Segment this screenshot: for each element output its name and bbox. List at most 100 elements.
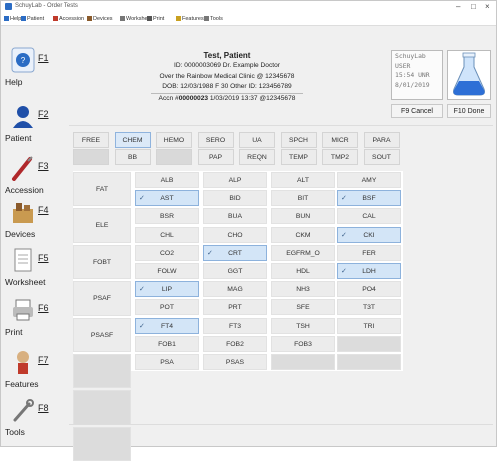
tab-chem[interactable]: CHEM — [114, 132, 151, 148]
tab-micr[interactable]: MICR — [322, 132, 358, 148]
test-group-ele[interactable]: ELE — [73, 208, 131, 243]
status-display: SchuyLab USER 15:54 UNR 8/01/2019 — [391, 50, 443, 100]
tab-ua[interactable]: UA — [239, 132, 275, 148]
test-ft4[interactable]: ✓ FT4 — [135, 317, 199, 334]
test-t3t[interactable]: T3T — [337, 299, 401, 316]
patient-id-line: ID: 0000003069 Dr. Example Doctor — [174, 62, 280, 69]
test-group-psasf[interactable]: PSASF — [73, 317, 131, 352]
test-tri[interactable]: TRI — [337, 317, 401, 334]
tab-pap[interactable]: PAP — [197, 149, 234, 165]
tab-tmp2[interactable]: TMP2 — [322, 149, 358, 165]
test-cho[interactable]: CHO — [203, 226, 267, 243]
tab-para[interactable]: PARA — [363, 132, 400, 148]
tab-bb[interactable]: BB — [114, 149, 151, 165]
tab-hemo[interactable]: HEMO — [156, 132, 192, 148]
test-po4[interactable]: PO4 — [337, 281, 401, 298]
test-ast[interactable]: ✓ AST — [135, 190, 199, 207]
tab-placeholder — [156, 149, 192, 165]
test-bid[interactable]: BID — [203, 190, 267, 207]
test-cki[interactable]: ✓ CKI — [337, 226, 401, 243]
grid-cell-empty — [337, 354, 401, 370]
menu-item-help[interactable]: Help — [4, 16, 21, 22]
menu-item-patient[interactable]: Patient — [21, 16, 44, 22]
test-prt[interactable]: PRT — [203, 299, 267, 316]
test-sfe[interactable]: SFE — [271, 299, 335, 316]
menu-item-label: Features — [182, 16, 204, 22]
sidebar-item-worksheet[interactable]: F5 Worksheet — [3, 241, 63, 297]
test-nh3[interactable]: NH3 — [271, 281, 335, 298]
test-mag[interactable]: MAG — [203, 281, 267, 298]
test-group-psaf[interactable]: PSAF — [73, 281, 131, 316]
test-label: PSA — [160, 359, 174, 366]
grid-cell-empty — [73, 390, 131, 425]
test-fob2[interactable]: FOB2 — [203, 335, 267, 352]
sidebar-item-help[interactable]: ? F1 Help — [3, 41, 63, 97]
minimize-icon[interactable]: – — [456, 2, 460, 11]
test-cal[interactable]: CAL — [337, 208, 401, 225]
test-amy[interactable]: AMY — [337, 172, 401, 188]
tab-sero[interactable]: SERO — [197, 132, 234, 148]
sidebar-item-patient[interactable]: F2 Patient — [3, 97, 63, 153]
test-egfrm_o[interactable]: EGFRM_O — [271, 244, 335, 261]
test-group-fat[interactable]: FAT — [73, 172, 131, 207]
maximize-icon[interactable]: □ — [471, 2, 476, 11]
menu-item-tools[interactable]: Tools — [204, 16, 223, 22]
sidebar-item-tools[interactable]: F8 Tools — [3, 391, 63, 447]
features-icon — [11, 349, 35, 375]
test-alp[interactable]: ALP — [203, 172, 267, 188]
test-label: CHO — [227, 231, 243, 239]
accession-detail: 1/03/2019 13:37 @12345678 — [208, 94, 296, 102]
tab-free[interactable]: FREE — [73, 132, 109, 148]
cancel-button[interactable]: F9 Cancel — [391, 104, 443, 118]
test-ft3[interactable]: FT3 — [203, 317, 267, 334]
selected-check-icon: ✓ — [341, 195, 347, 203]
test-psas[interactable]: PSAS — [203, 354, 267, 370]
test-co2[interactable]: CO2 — [135, 244, 199, 261]
status-display-line: 8/01/2019 — [395, 80, 430, 89]
test-group-fobt[interactable]: FOBT — [73, 244, 131, 280]
test-bsf[interactable]: ✓ BSF — [337, 190, 401, 207]
test-tsh[interactable]: TSH — [271, 317, 335, 334]
sidebar-shortcut-key: F7 — [38, 355, 49, 365]
test-ldh[interactable]: ✓ LDH — [337, 263, 401, 279]
test-hdl[interactable]: HDL — [271, 263, 335, 279]
test-psa[interactable]: PSA — [135, 354, 199, 370]
close-icon[interactable]: × — [485, 2, 490, 11]
tab-reqn[interactable]: REQN — [239, 149, 275, 165]
test-alb[interactable]: ALB — [135, 172, 199, 188]
test-folw[interactable]: FOLW — [135, 263, 199, 279]
test-bua[interactable]: BUA — [203, 208, 267, 225]
menu-item-features[interactable]: Features — [176, 16, 204, 22]
worksheet-icon — [120, 16, 125, 22]
test-label: TSH — [296, 322, 310, 330]
test-lip[interactable]: ✓ LIP — [135, 281, 199, 298]
tab-spch[interactable]: SPCH — [280, 132, 317, 148]
accession-line: Accn #00000023 1/03/2019 13:37 @12345678 — [150, 92, 304, 105]
test-ckm[interactable]: CKM — [271, 226, 335, 243]
test-bsr[interactable]: BSR — [135, 208, 199, 225]
tab-sout[interactable]: SOUT — [363, 149, 400, 165]
grid-cell-empty — [73, 426, 131, 461]
sidebar-shortcut-key: F5 — [38, 253, 49, 263]
done-button[interactable]: F10 Done — [447, 104, 491, 118]
menu-item-label: Devices — [93, 16, 113, 22]
test-crt[interactable]: ✓ CRT — [203, 244, 267, 261]
test-label: ALB — [160, 177, 174, 184]
test-fer[interactable]: FER — [337, 244, 401, 261]
test-ggt[interactable]: GGT — [203, 263, 267, 279]
test-fob3[interactable]: FOB3 — [271, 335, 335, 352]
test-label: BIT — [297, 195, 309, 203]
test-pot[interactable]: POT — [135, 299, 199, 316]
test-fob1[interactable]: FOB1 — [135, 335, 199, 352]
test-chl[interactable]: CHL — [135, 226, 199, 243]
sidebar-item-print[interactable]: F6 Print — [3, 291, 63, 347]
sidebar-item-label: Tools — [5, 427, 25, 437]
tab-temp[interactable]: TEMP — [280, 149, 317, 165]
menu-item-accession[interactable]: Accession — [53, 16, 84, 22]
test-bit[interactable]: BIT — [271, 190, 335, 207]
help-icon: ? — [11, 47, 35, 73]
menu-item-print[interactable]: Print — [147, 16, 164, 22]
test-alt[interactable]: ALT — [271, 172, 335, 188]
menu-item-devices[interactable]: Devices — [87, 16, 113, 22]
test-bun[interactable]: BUN — [271, 208, 335, 225]
